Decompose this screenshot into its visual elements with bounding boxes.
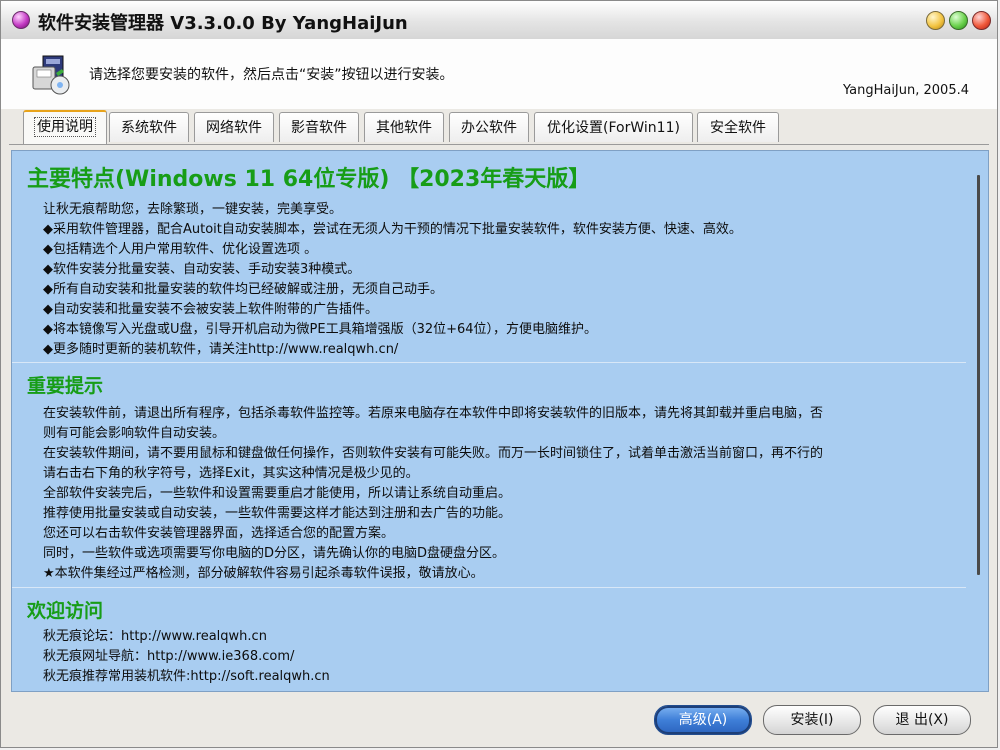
list-item: ◆所有自动安装和批量安装的软件均已经破解或注册，无须自己动手。	[43, 282, 443, 297]
list-item: ◆包括精选个人用户常用软件、优化设置选项 。	[43, 242, 318, 257]
list-item: 则有可能会影响软件自动安装。	[43, 426, 226, 441]
instruction-text: 请选择您要安装的软件，然后点击“安装”按钮以进行安装。	[89, 67, 454, 83]
list-item: 在安装软件期间，请不要用鼠标和键盘做任何操作，否则软件安装有可能失败。而万一长时…	[43, 446, 824, 461]
tips-heading: 重要提示	[27, 375, 104, 397]
tab-divider	[9, 144, 989, 145]
list-item: ◆将本镜像写入光盘或U盘，引导开机启动为微PE工具箱增强版（32位+64位），方…	[43, 322, 598, 337]
close-button[interactable]	[972, 11, 991, 30]
vertical-scrollbar[interactable]	[971, 151, 988, 691]
tips-section: 重要提示 在安装软件前，请退出所有程序，包括杀毒软件监控等。若原来电脑存在本软件…	[12, 363, 966, 588]
list-item-link[interactable]: ◆更多随时更新的装机软件，请关注http://www.realqwh.cn/	[43, 340, 742, 360]
app-window: 软件安装管理器 V3.3.0.0 By YangHaiJun 请选择您要安装的软…	[0, 0, 998, 748]
minimize-button[interactable]	[926, 11, 945, 30]
list-item: 推荐使用批量安装或自动安装，一些软件需要这样才能达到注册和去广告的功能。	[43, 506, 512, 521]
title-bar[interactable]: 软件安装管理器 V3.3.0.0 By YangHaiJun	[1, 1, 997, 40]
list-item: 您还可以右击软件安装管理器界面，选择适合您的配置方案。	[43, 526, 395, 541]
author-text: YangHaiJun, 2005.4	[842, 83, 969, 98]
list-item: 在安装软件前，请退出所有程序，包括杀毒软件监控等。若原来电脑存在本软件中即将安装…	[43, 406, 824, 421]
nav-link[interactable]: 秋无痕网址导航：http://www.ie368.com/	[43, 647, 330, 667]
welcome-heading: 欢迎访问	[27, 600, 104, 622]
tab-usage-label: 使用说明	[34, 117, 96, 137]
tab-other-software[interactable]: 其他软件	[364, 112, 444, 142]
list-item: 让秋无痕帮助您，去除繁琐，一键安装，完美享受。	[43, 202, 343, 217]
advanced-button[interactable]: 高级(A)	[654, 705, 752, 735]
list-item: ◆采用软件管理器，配合Autoit自动安装脚本，尝试在无须人为干预的情况下批量安…	[43, 222, 742, 237]
tab-system-software[interactable]: 系统软件	[109, 112, 189, 142]
installer-icon	[32, 55, 70, 95]
app-orb-icon	[12, 11, 30, 29]
features-section: 主要特点(Windows 11 64位专版) 【2023年春天版】 让秋无痕帮助…	[12, 151, 966, 363]
software-link[interactable]: 秋无痕推荐常用装机软件:http://soft.realqwh.cn	[43, 667, 330, 687]
tab-media-software[interactable]: 影音软件	[279, 112, 359, 142]
maximize-button[interactable]	[949, 11, 968, 30]
welcome-section: 欢迎访问 秋无痕论坛：http://www.realqwh.cn 秋无痕网址导航…	[12, 588, 966, 691]
exit-button[interactable]: 退 出(X)	[873, 705, 971, 735]
list-item: ◆软件安装分批量安装、自动安装、手动安装3种模式。	[43, 262, 361, 277]
features-list: 让秋无痕帮助您，去除繁琐，一键安装，完美享受。 ◆采用软件管理器，配合Autoi…	[43, 200, 742, 360]
content-panel[interactable]: 主要特点(Windows 11 64位专版) 【2023年春天版】 让秋无痕帮助…	[11, 150, 989, 692]
tab-security-software[interactable]: 安全软件	[697, 112, 779, 142]
list-item: 请右击右下角的秋字符号，选择Exit，其实这种情况是极少见的。	[43, 466, 419, 481]
tab-office-software[interactable]: 办公软件	[449, 112, 529, 142]
header-area: 请选择您要安装的软件，然后点击“安装”按钮以进行安装。 YangHaiJun, …	[1, 39, 997, 109]
list-item: 全部软件安装完后，一些软件和设置需要重启才能使用，所以请让系统自动重启。	[43, 486, 512, 501]
install-button[interactable]: 安装(I)	[763, 705, 861, 735]
features-heading: 主要特点(Windows 11 64位专版) 【2023年春天版】	[27, 167, 591, 192]
list-item: ◆自动安装和批量安装不会被安装上软件附带的广告插件。	[43, 302, 378, 317]
list-item: 同时，一些软件或选项需要写你电脑的D分区，请先确认你的电脑D盘硬盘分区。	[43, 546, 506, 561]
tips-list: 在安装软件前，请退出所有程序，包括杀毒软件监控等。若原来电脑存在本软件中即将安装…	[43, 404, 823, 584]
welcome-links: 秋无痕论坛：http://www.realqwh.cn 秋无痕网址导航：http…	[43, 627, 330, 687]
list-item: ★本软件集经过严格检测，部分破解软件容易引起杀毒软件误报，敬请放心。	[43, 566, 484, 581]
tab-optimize-settings[interactable]: 优化设置(ForWin11)	[534, 112, 693, 142]
scrollbar-thumb[interactable]	[977, 175, 980, 575]
tab-network-software[interactable]: 网络软件	[194, 112, 274, 142]
forum-link[interactable]: 秋无痕论坛：http://www.realqwh.cn	[43, 627, 330, 647]
window-title: 软件安装管理器 V3.3.0.0 By YangHaiJun	[38, 13, 408, 34]
tab-usage[interactable]: 使用说明	[23, 110, 107, 144]
